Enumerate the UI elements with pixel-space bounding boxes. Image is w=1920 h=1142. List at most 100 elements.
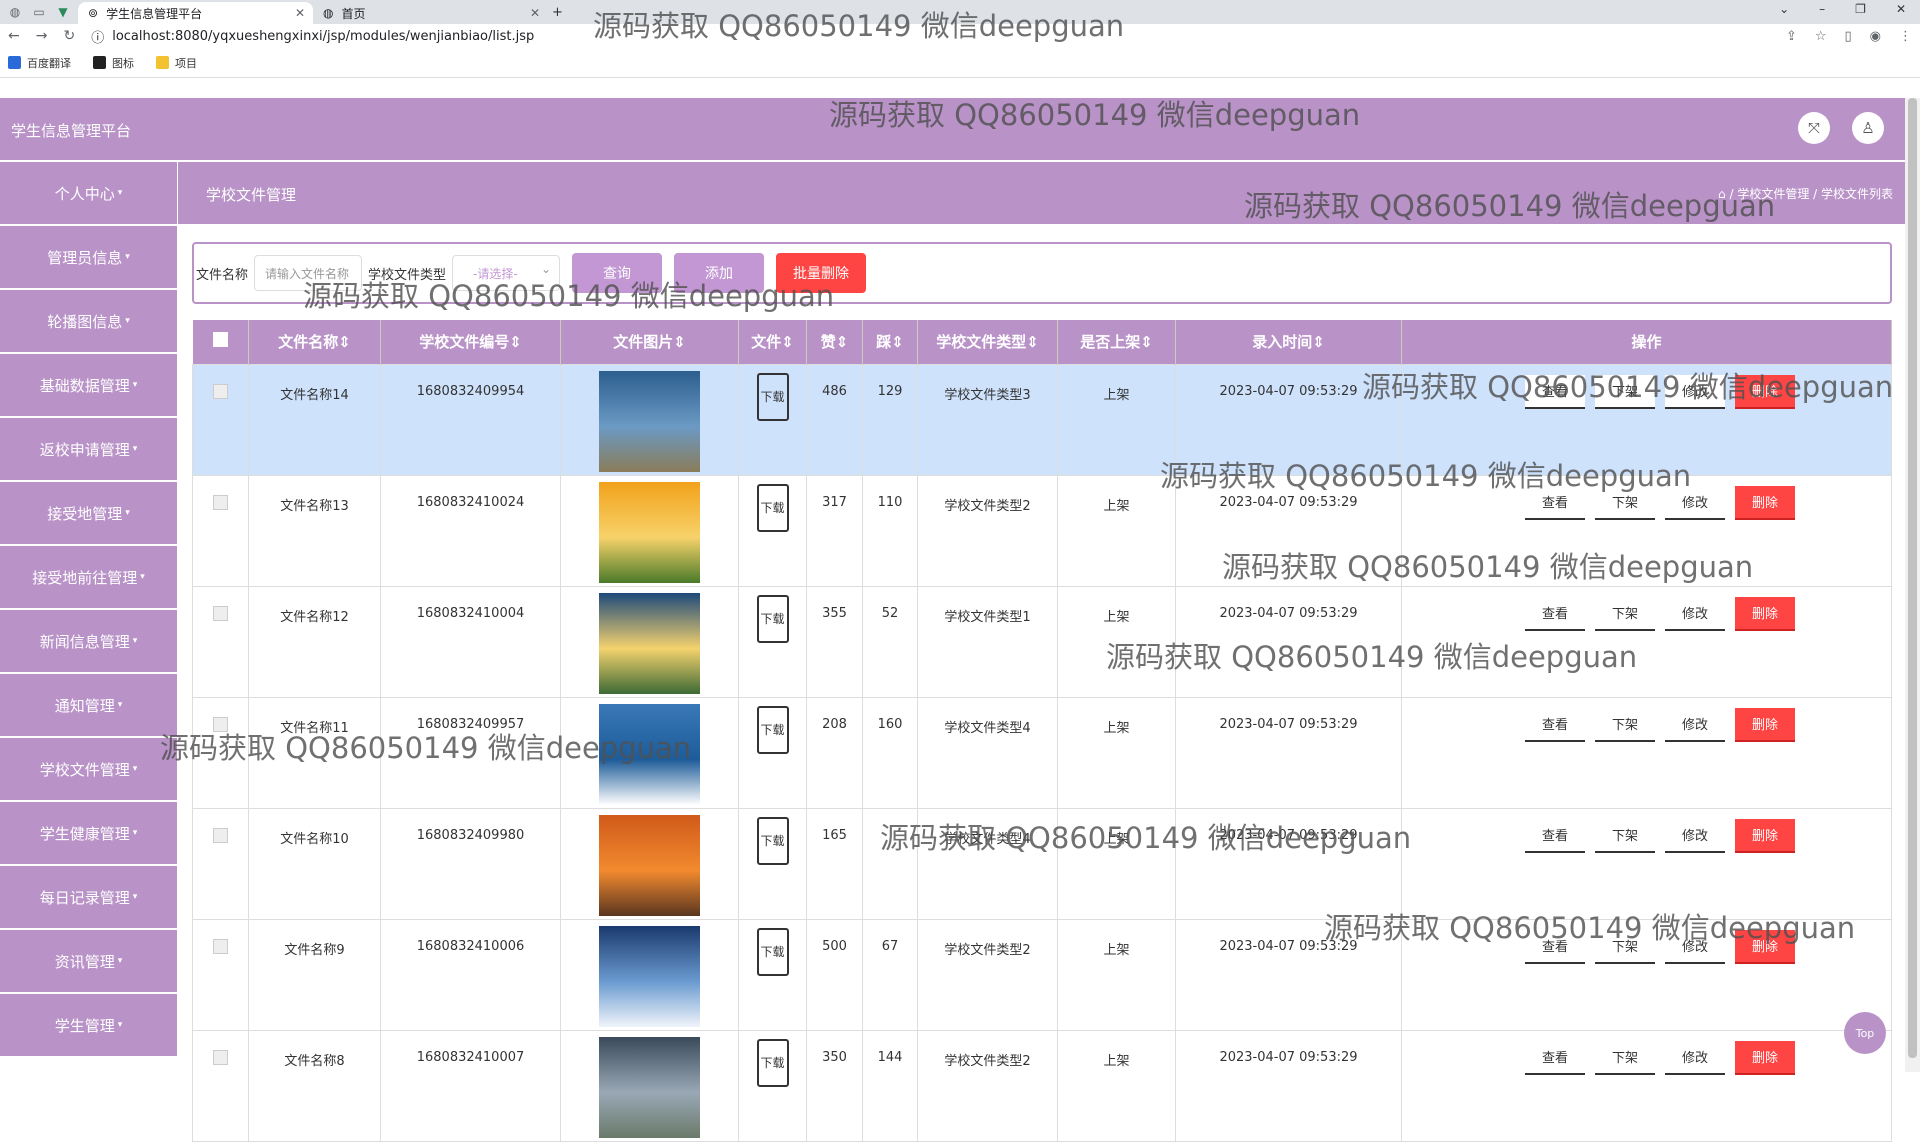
- menu-icon[interactable]: ⋮: [1899, 29, 1912, 44]
- sidebar-item[interactable]: 接受地前往管理 ▾: [0, 546, 177, 608]
- sidebar-item[interactable]: 返校申请管理 ▾: [0, 418, 177, 480]
- unlist-button[interactable]: 下架: [1595, 707, 1655, 742]
- sidebar-item[interactable]: 通知管理 ▾: [0, 674, 177, 736]
- cell-select[interactable]: [192, 363, 249, 476]
- delete-button[interactable]: 删除: [1735, 707, 1795, 742]
- table-row[interactable]: 文件名称13 1680832410024 下载 317 110 学校文件类型2 上架 2023…: [192, 474, 1892, 587]
- sidebar-item[interactable]: 新闻信息管理 ▾: [0, 610, 177, 672]
- type-select[interactable]: -请选择-: [452, 255, 561, 291]
- col-image[interactable]: 文件图片⇕: [560, 320, 739, 364]
- info-icon[interactable]: ⓘ: [91, 27, 104, 46]
- file-thumbnail[interactable]: [599, 814, 700, 916]
- col-dislike[interactable]: 踩⇕: [862, 320, 918, 364]
- download-button[interactable]: 下载: [756, 816, 789, 865]
- fullscreen-icon[interactable]: ⤧: [1798, 112, 1830, 144]
- file-thumbnail[interactable]: [599, 1036, 700, 1138]
- edit-button[interactable]: 修改: [1665, 929, 1725, 964]
- unlist-button[interactable]: 下架: [1595, 929, 1655, 964]
- download-button[interactable]: 下载: [756, 705, 789, 754]
- batch-delete-button[interactable]: 批量删除: [776, 253, 867, 293]
- col-file[interactable]: 文件⇕: [738, 320, 807, 364]
- row-checkbox[interactable]: [213, 827, 228, 843]
- cell-select[interactable]: [192, 918, 249, 1031]
- query-button[interactable]: 查询: [572, 253, 663, 293]
- file-thumbnail[interactable]: [599, 925, 700, 1027]
- view-button[interactable]: 查看: [1525, 929, 1585, 964]
- download-button[interactable]: 下载: [756, 483, 789, 532]
- add-button[interactable]: 添加: [674, 253, 765, 293]
- sidebar-item[interactable]: 学生健康管理 ▾: [0, 802, 177, 864]
- sidebar-item[interactable]: 轮播图信息 ▾: [0, 290, 177, 352]
- view-button[interactable]: 查看: [1525, 818, 1585, 853]
- scrollbar-thumb[interactable]: [1908, 98, 1917, 1058]
- table-row[interactable]: 文件名称12 1680832410004 下载 355 52 学校文件类型1 上架 2023-…: [192, 585, 1892, 698]
- table-row[interactable]: 文件名称14 1680832409954 下载 486 129 学校文件类型3 上架 2023…: [192, 363, 1892, 476]
- col-type[interactable]: 学校文件类型⇕: [917, 320, 1058, 364]
- url-field[interactable]: ⓘ localhost:8080/yqxueshengxinxi/jsp/mod…: [91, 27, 1770, 46]
- select-all-checkbox[interactable]: [212, 332, 228, 348]
- table-row[interactable]: 文件名称9 1680832410006 下载 500 67 学校文件类型2 上架 2023-0…: [192, 918, 1892, 1031]
- col-code[interactable]: 学校文件编号⇕: [380, 320, 561, 364]
- view-button[interactable]: 查看: [1525, 1040, 1585, 1075]
- tab-inactive[interactable]: ◍ 首页 ✕: [313, 2, 548, 24]
- sidebar-item[interactable]: 每日记录管理 ▾: [0, 866, 177, 928]
- cell-select[interactable]: [192, 696, 249, 809]
- unlist-button[interactable]: 下架: [1595, 485, 1655, 520]
- restore-icon[interactable]: ❐: [1855, 2, 1866, 16]
- col-name[interactable]: 文件名称⇕: [248, 320, 381, 364]
- bookmark-item[interactable]: 百度翻译: [8, 55, 71, 71]
- file-thumbnail[interactable]: [599, 703, 700, 805]
- minimize-icon[interactable]: –: [1819, 2, 1825, 16]
- reload-icon[interactable]: ↻: [63, 28, 75, 44]
- unlist-button[interactable]: 下架: [1595, 596, 1655, 631]
- col-status[interactable]: 是否上架⇕: [1057, 320, 1176, 364]
- table-row[interactable]: 文件名称10 1680832409980 下载 165 学校文件类型4 上架 2023-04…: [192, 807, 1892, 920]
- download-button[interactable]: 下载: [756, 927, 789, 976]
- forward-icon[interactable]: →: [36, 28, 48, 44]
- sidepanel-icon[interactable]: ▯: [1845, 29, 1852, 44]
- file-thumbnail[interactable]: [599, 370, 700, 472]
- unlist-button[interactable]: 下架: [1595, 1040, 1655, 1075]
- row-checkbox[interactable]: [213, 938, 228, 954]
- tab-active[interactable]: ⊚ 学生信息管理平台 ✕: [78, 2, 313, 24]
- blank-tab-icon[interactable]: ▭: [32, 5, 46, 19]
- sidebar-item[interactable]: 个人中心 ▾: [0, 162, 177, 224]
- edit-button[interactable]: 修改: [1665, 485, 1725, 520]
- user-icon[interactable]: ♙: [1852, 112, 1884, 144]
- edit-button[interactable]: 修改: [1665, 707, 1725, 742]
- bookmark-item[interactable]: 图标: [93, 55, 134, 71]
- share-icon[interactable]: ⇪: [1786, 29, 1797, 44]
- new-tab-icon[interactable]: +: [552, 5, 563, 20]
- sidebar-item[interactable]: 管理员信息 ▾: [0, 226, 177, 288]
- col-time[interactable]: 录入时间⇕: [1175, 320, 1402, 364]
- profile-icon[interactable]: ◉: [1870, 29, 1881, 44]
- sidebar-item[interactable]: 资讯管理 ▾: [0, 930, 177, 992]
- view-button[interactable]: 查看: [1525, 707, 1585, 742]
- close-window-icon[interactable]: ✕: [1896, 2, 1906, 16]
- download-button[interactable]: 下载: [756, 1038, 789, 1087]
- cell-select[interactable]: [192, 474, 249, 587]
- edit-button[interactable]: 修改: [1665, 818, 1725, 853]
- back-to-top-button[interactable]: Top: [1844, 1012, 1886, 1054]
- view-button[interactable]: 查看: [1525, 596, 1585, 631]
- edit-button[interactable]: 修改: [1665, 596, 1725, 631]
- chevron-down-icon[interactable]: ⌄: [1779, 2, 1789, 16]
- sidebar-item[interactable]: 基础数据管理 ▾: [0, 354, 177, 416]
- view-button[interactable]: 查看: [1525, 485, 1585, 520]
- row-checkbox[interactable]: [213, 605, 228, 621]
- delete-button[interactable]: 删除: [1735, 818, 1795, 853]
- delete-button[interactable]: 删除: [1735, 1040, 1795, 1075]
- file-thumbnail[interactable]: [599, 481, 700, 583]
- back-icon[interactable]: ←: [8, 28, 20, 44]
- delete-button[interactable]: 删除: [1735, 929, 1795, 964]
- unlist-button[interactable]: 下架: [1595, 818, 1655, 853]
- sidebar-item[interactable]: 接受地管理 ▾: [0, 482, 177, 544]
- file-thumbnail[interactable]: [599, 592, 700, 694]
- sidebar-item[interactable]: 学校文件管理 ▾: [0, 738, 177, 800]
- select-all-header[interactable]: [192, 320, 249, 364]
- delete-button[interactable]: 删除: [1735, 374, 1795, 409]
- breadcrumb[interactable]: ⌂ / 学校文件管理 / 学校文件列表: [1718, 185, 1893, 202]
- bookmark-item[interactable]: 项目: [156, 55, 197, 71]
- delete-button[interactable]: 删除: [1735, 596, 1795, 631]
- download-button[interactable]: 下载: [756, 594, 789, 643]
